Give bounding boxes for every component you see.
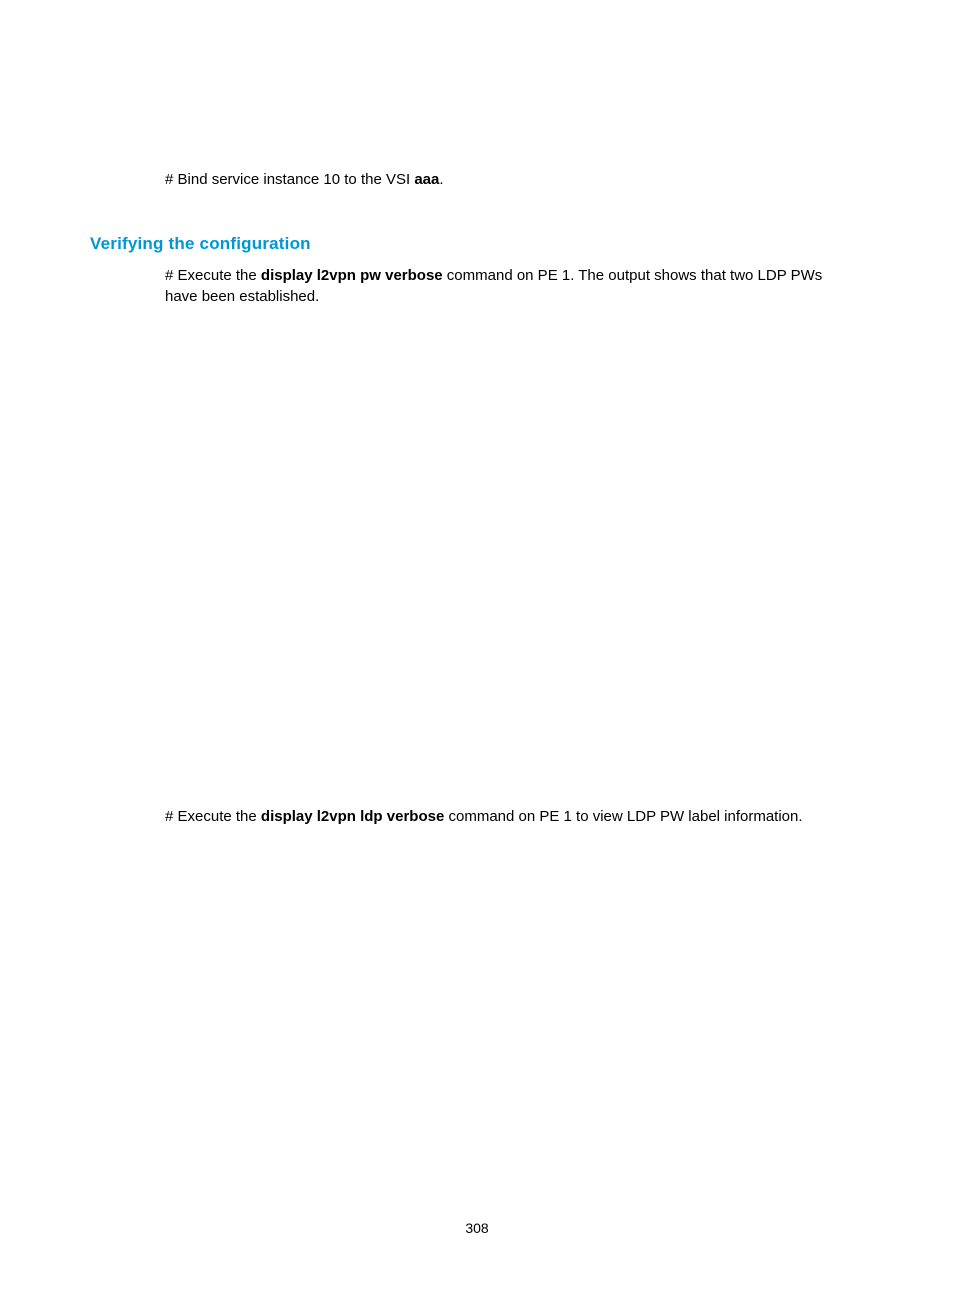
- paragraph-verify-2: # Execute the display l2vpn ldp verbose …: [165, 807, 854, 827]
- verify1-pre: # Execute the: [165, 267, 261, 284]
- content-gap: [90, 307, 864, 807]
- verify2-post: command on PE 1 to view LDP PW label inf…: [444, 808, 802, 825]
- paragraph-verify-1: # Execute the display l2vpn pw verbose c…: [165, 266, 854, 307]
- page-container: # Bind service instance 10 to the VSI aa…: [0, 0, 954, 1296]
- section-heading: Verifying the configuration: [90, 234, 864, 254]
- bind-text-post: .: [439, 171, 443, 188]
- verify2-pre: # Execute the: [165, 808, 261, 825]
- bind-text-pre: # Bind service instance 10 to the VSI: [165, 171, 414, 188]
- verify2-bold: display l2vpn ldp verbose: [261, 808, 444, 825]
- paragraph-bind: # Bind service instance 10 to the VSI aa…: [165, 170, 854, 190]
- page-number: 308: [0, 1220, 954, 1236]
- bind-text-bold: aaa: [414, 171, 439, 188]
- verify1-bold: display l2vpn pw verbose: [261, 267, 443, 284]
